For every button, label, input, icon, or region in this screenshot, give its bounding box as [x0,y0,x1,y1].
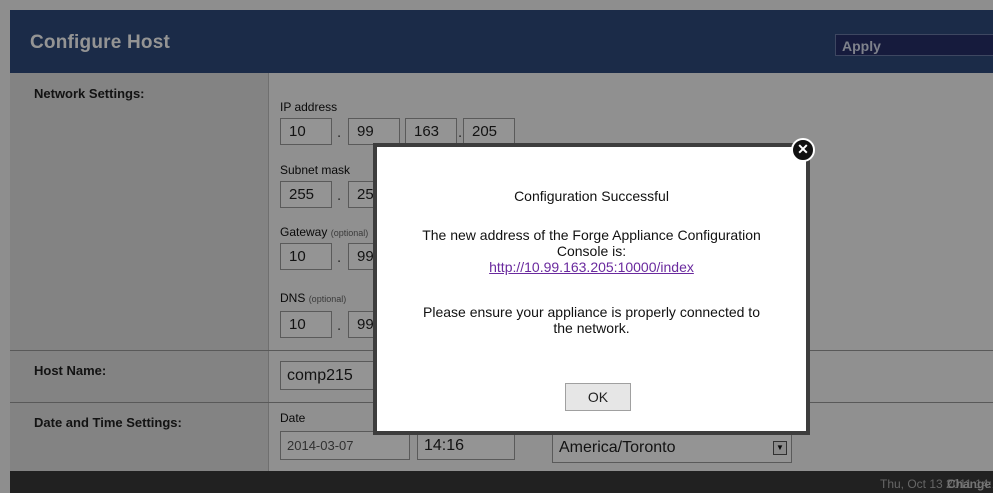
dialog-message: The new address of the Forge Appliance C… [397,227,786,275]
ok-button[interactable]: OK [565,383,631,411]
dialog-message-line-1: The new address of the Forge Appliance C… [422,227,761,243]
dialog-note: Please ensure your appliance is properly… [397,304,786,336]
close-icon[interactable]: ✕ [791,138,815,162]
dialog-message-line-2: Console is: [556,243,627,259]
dialog-note-line-1: Please ensure your appliance is properly… [423,304,760,320]
console-url-link[interactable]: http://10.99.163.205:10000/index [397,259,786,275]
dialog-note-line-2: the network. [553,320,630,336]
dialog-title: Configuration Successful [514,188,669,204]
success-dialog: Configuration Successful The new address… [373,143,810,435]
